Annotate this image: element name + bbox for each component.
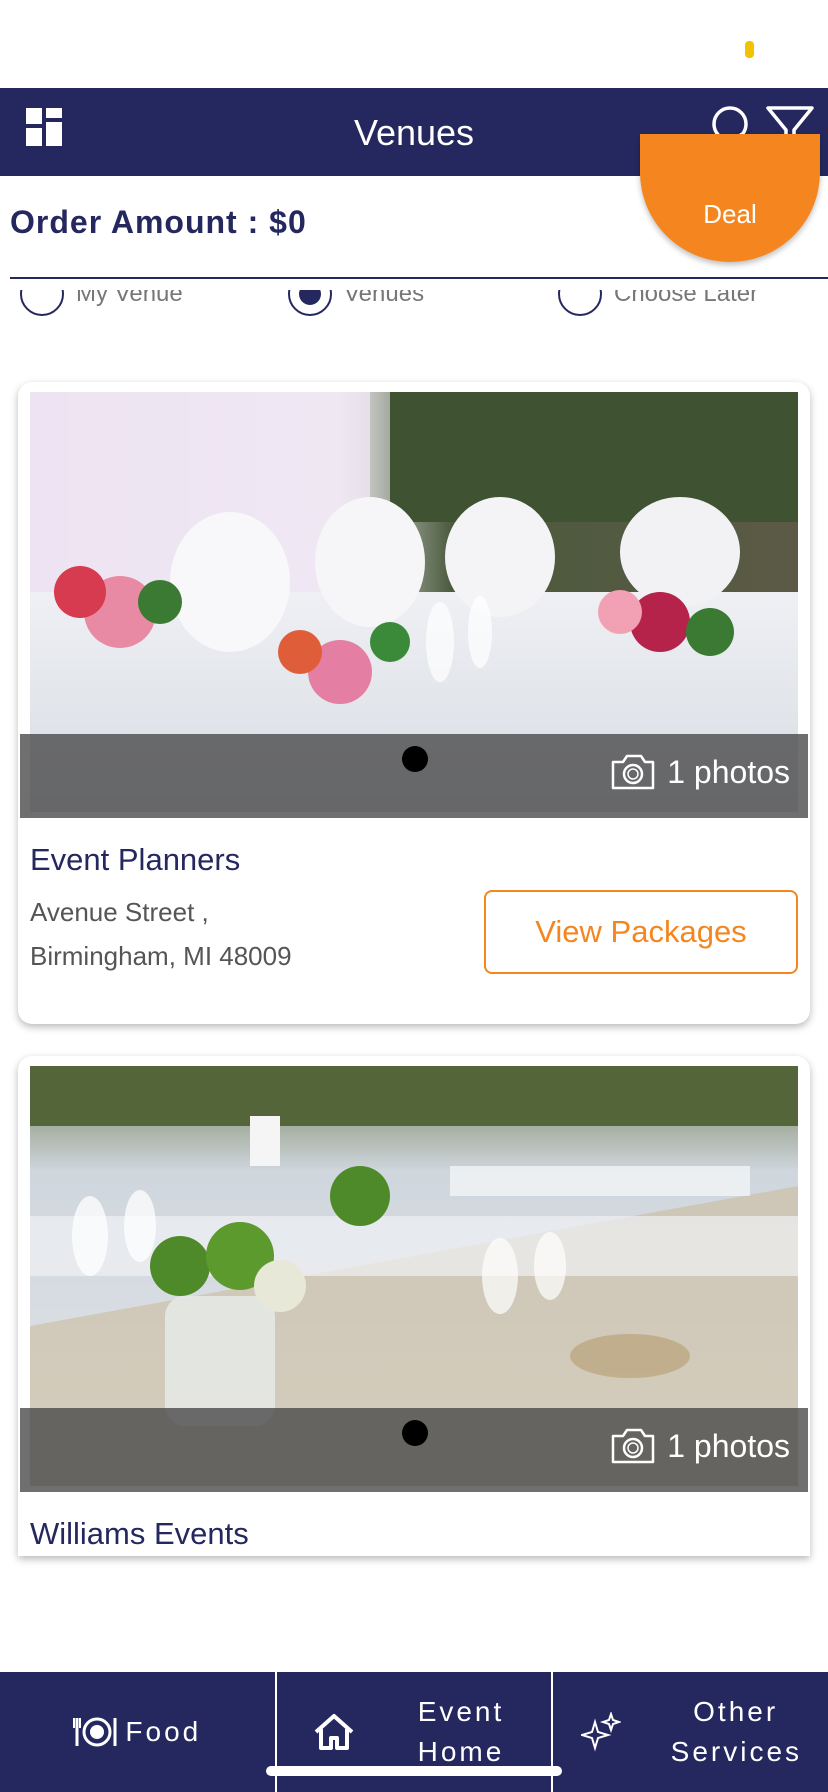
camera-icon	[611, 754, 655, 790]
radio-choose-later[interactable]: Choose Later	[558, 290, 758, 316]
nav-item-food[interactable]: Food	[0, 1672, 275, 1792]
deal-button[interactable]: Deal	[640, 134, 820, 262]
venue-name: Event Planners	[30, 842, 241, 877]
order-amount: Order Amount : $0	[10, 204, 307, 240]
nav-label: Other Services	[670, 1696, 803, 1767]
home-icon	[314, 1714, 354, 1750]
radio-button[interactable]	[20, 290, 64, 316]
divider	[10, 277, 828, 279]
pager-dot	[402, 746, 428, 772]
radio-label: Venues	[344, 290, 425, 307]
home-indicator	[266, 1766, 562, 1776]
radio-button-selected[interactable]	[288, 290, 332, 316]
venue-card[interactable]: 1 photos Event Planners Avenue Street , …	[18, 382, 810, 1024]
address-line: Birmingham, MI 48009	[30, 941, 292, 971]
photo-count[interactable]: 1 photos	[609, 1426, 790, 1466]
status-bar	[0, 0, 828, 88]
camera-icon	[611, 1428, 655, 1464]
nav-item-other-services[interactable]: Other Services	[551, 1672, 828, 1792]
venue-address: Avenue Street , Birmingham, MI 48009	[30, 890, 292, 978]
venue-name: Williams Events	[30, 1516, 249, 1551]
photo-count[interactable]: 1 photos	[609, 752, 790, 792]
deal-label: Deal	[703, 199, 757, 229]
venue-card[interactable]: 1 photos Williams Events	[18, 1056, 810, 1556]
sparkle-icon	[580, 1712, 621, 1752]
venue-type-options: My Venue Venues Choose Later	[0, 290, 828, 340]
status-indicator-dot	[745, 41, 754, 58]
radio-label: My Venue	[76, 290, 183, 307]
pager-dot	[402, 1420, 428, 1446]
address-line: Avenue Street ,	[30, 897, 209, 927]
nav-label: Food	[125, 1716, 202, 1747]
nav-label: Event Home	[417, 1696, 505, 1767]
photo-count-label: 1 photos	[667, 1427, 790, 1464]
radio-label: Choose Later	[614, 290, 759, 307]
food-plate-icon	[73, 1717, 117, 1747]
photo-count-label: 1 photos	[667, 753, 790, 790]
radio-my-venue[interactable]: My Venue	[20, 290, 183, 316]
radio-venues[interactable]: Venues	[288, 290, 424, 316]
radio-button[interactable]	[558, 290, 602, 316]
view-packages-button[interactable]: View Packages	[484, 890, 798, 974]
